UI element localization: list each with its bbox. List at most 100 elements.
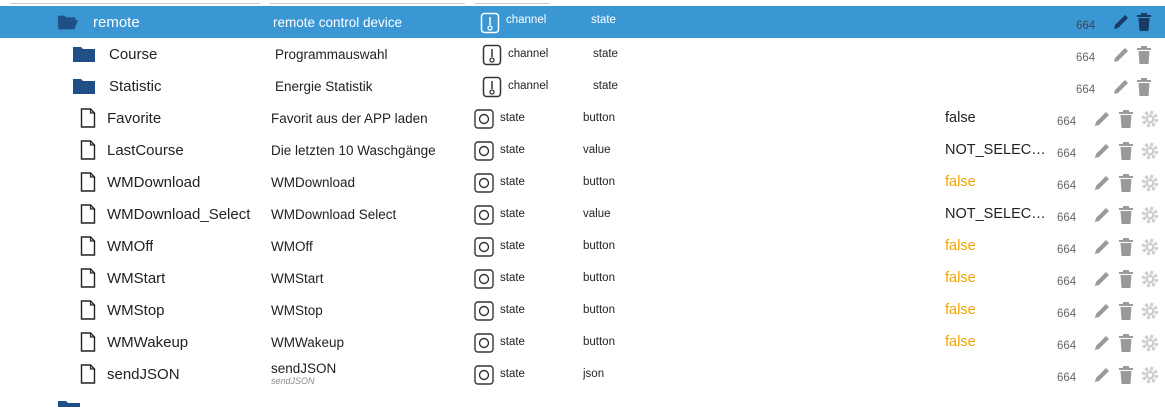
object-name: WMOff xyxy=(107,237,154,255)
channel-icon xyxy=(482,44,502,66)
tree-row-wmoff[interactable]: WMOff WMOff state button false 664 xyxy=(0,230,1165,262)
settings-icon[interactable] xyxy=(1140,301,1160,321)
object-role: button xyxy=(583,240,615,252)
settings-icon[interactable] xyxy=(1140,141,1160,161)
file-icon xyxy=(77,236,99,256)
object-description: WMStart xyxy=(271,270,324,286)
object-name: Course xyxy=(109,45,158,63)
object-role: value xyxy=(583,144,611,156)
object-role: json xyxy=(583,368,605,380)
object-role: button xyxy=(583,272,615,284)
object-acl: 664 xyxy=(1057,372,1077,384)
tree-row-wmstop[interactable]: WMStop WMStop state button false 664 xyxy=(0,294,1165,326)
settings-icon[interactable] xyxy=(1140,365,1160,385)
tree-row-remote[interactable]: remote remote control device channel sta… xyxy=(0,6,1165,38)
edit-icon[interactable] xyxy=(1092,205,1112,225)
delete-icon[interactable] xyxy=(1116,205,1136,225)
edit-icon[interactable] xyxy=(1111,45,1131,65)
object-name: remote xyxy=(93,13,140,31)
delete-icon[interactable] xyxy=(1116,365,1136,385)
folder-icon xyxy=(73,76,95,96)
delete-icon[interactable] xyxy=(1134,77,1154,97)
object-role: button xyxy=(583,336,615,348)
file-icon xyxy=(77,300,99,320)
settings-icon[interactable] xyxy=(1140,333,1160,353)
object-name: WMDownload_Select xyxy=(107,205,251,223)
settings-icon[interactable] xyxy=(1140,173,1160,193)
delete-icon[interactable] xyxy=(1116,301,1136,321)
tree-row-wmstart[interactable]: WMStart WMStart state button false 664 xyxy=(0,262,1165,294)
tree-row-wmdownload-select[interactable]: WMDownload_Select WMDownload Select stat… xyxy=(0,198,1165,230)
edit-icon[interactable] xyxy=(1092,365,1112,385)
object-value[interactable]: false xyxy=(945,102,976,134)
tree-row-sendjson[interactable]: sendJSON sendJSON sendJSON state json 66… xyxy=(0,358,1165,390)
file-icon xyxy=(77,268,99,288)
delete-icon[interactable] xyxy=(1116,237,1136,257)
tree-row-lastcourse[interactable]: LastCourse Die letzten 10 Waschgänge sta… xyxy=(0,134,1165,166)
folder-icon xyxy=(57,394,81,407)
settings-icon[interactable] xyxy=(1140,205,1160,225)
delete-icon[interactable] xyxy=(1134,12,1154,32)
object-type: state xyxy=(500,112,525,124)
object-name: Favorite xyxy=(107,109,162,127)
object-role: button xyxy=(583,112,615,124)
state-icon xyxy=(474,141,494,161)
object-type: state xyxy=(500,336,525,348)
object-description: Die letzten 10 Waschgänge xyxy=(271,142,436,158)
object-value[interactable]: false xyxy=(945,294,976,326)
object-role: state xyxy=(591,14,616,26)
edit-icon[interactable] xyxy=(1092,333,1112,353)
object-type: state xyxy=(500,304,525,316)
edit-icon[interactable] xyxy=(1092,301,1112,321)
edit-icon[interactable] xyxy=(1092,141,1112,161)
state-icon xyxy=(474,269,494,289)
state-icon xyxy=(474,173,494,193)
object-name: LastCourse xyxy=(107,141,184,159)
header-filter-mid xyxy=(270,0,465,4)
folder-icon xyxy=(73,44,95,64)
tree-row-favorite[interactable]: Favorite Favorit aus der APP laden state… xyxy=(0,102,1165,134)
tree-row-wmwakeup[interactable]: WMWakeup WMWakeup state button false 664 xyxy=(0,326,1165,358)
tree-row-wmdownload[interactable]: WMDownload WMDownload state button false… xyxy=(0,166,1165,198)
settings-icon[interactable] xyxy=(1140,237,1160,257)
edit-icon[interactable] xyxy=(1092,173,1112,193)
delete-icon[interactable] xyxy=(1116,141,1136,161)
object-description-block: sendJSON sendJSON xyxy=(271,358,336,390)
channel-icon xyxy=(480,12,500,34)
file-icon xyxy=(77,172,99,192)
object-name: WMStart xyxy=(107,269,166,287)
state-icon xyxy=(474,333,494,353)
object-value[interactable]: false xyxy=(945,230,976,262)
object-name: WMDownload xyxy=(107,173,201,191)
object-name: sendJSON xyxy=(107,365,180,383)
settings-icon[interactable] xyxy=(1140,109,1160,129)
edit-icon[interactable] xyxy=(1092,269,1112,289)
object-type: state xyxy=(500,176,525,188)
channel-icon xyxy=(482,76,502,98)
tree-row-course[interactable]: Course Programmauswahl channel state 664 xyxy=(0,38,1165,70)
edit-icon[interactable] xyxy=(1111,77,1131,97)
object-value[interactable]: false xyxy=(945,166,976,198)
object-value[interactable]: false xyxy=(945,326,976,358)
object-value[interactable]: false xyxy=(945,262,976,294)
object-role: button xyxy=(583,176,615,188)
delete-icon[interactable] xyxy=(1116,269,1136,289)
tree-row-statistic[interactable]: Statistic Energie Statistik channel stat… xyxy=(0,70,1165,102)
delete-icon[interactable] xyxy=(1116,333,1136,353)
edit-icon[interactable] xyxy=(1092,237,1112,257)
object-value[interactable]: NOT_SELEC… xyxy=(945,198,1046,230)
file-icon xyxy=(77,364,99,384)
delete-icon[interactable] xyxy=(1116,109,1136,129)
object-value[interactable]: NOT_SELEC… xyxy=(945,134,1046,166)
object-role: state xyxy=(593,48,618,60)
object-role: button xyxy=(583,304,615,316)
state-icon xyxy=(474,109,494,129)
delete-icon[interactable] xyxy=(1116,173,1136,193)
file-icon xyxy=(77,204,99,224)
object-name: WMStop xyxy=(107,301,165,319)
object-type: channel xyxy=(508,48,549,60)
edit-icon[interactable] xyxy=(1092,109,1112,129)
settings-icon[interactable] xyxy=(1140,269,1160,289)
delete-icon[interactable] xyxy=(1134,45,1154,65)
edit-icon[interactable] xyxy=(1111,12,1131,32)
